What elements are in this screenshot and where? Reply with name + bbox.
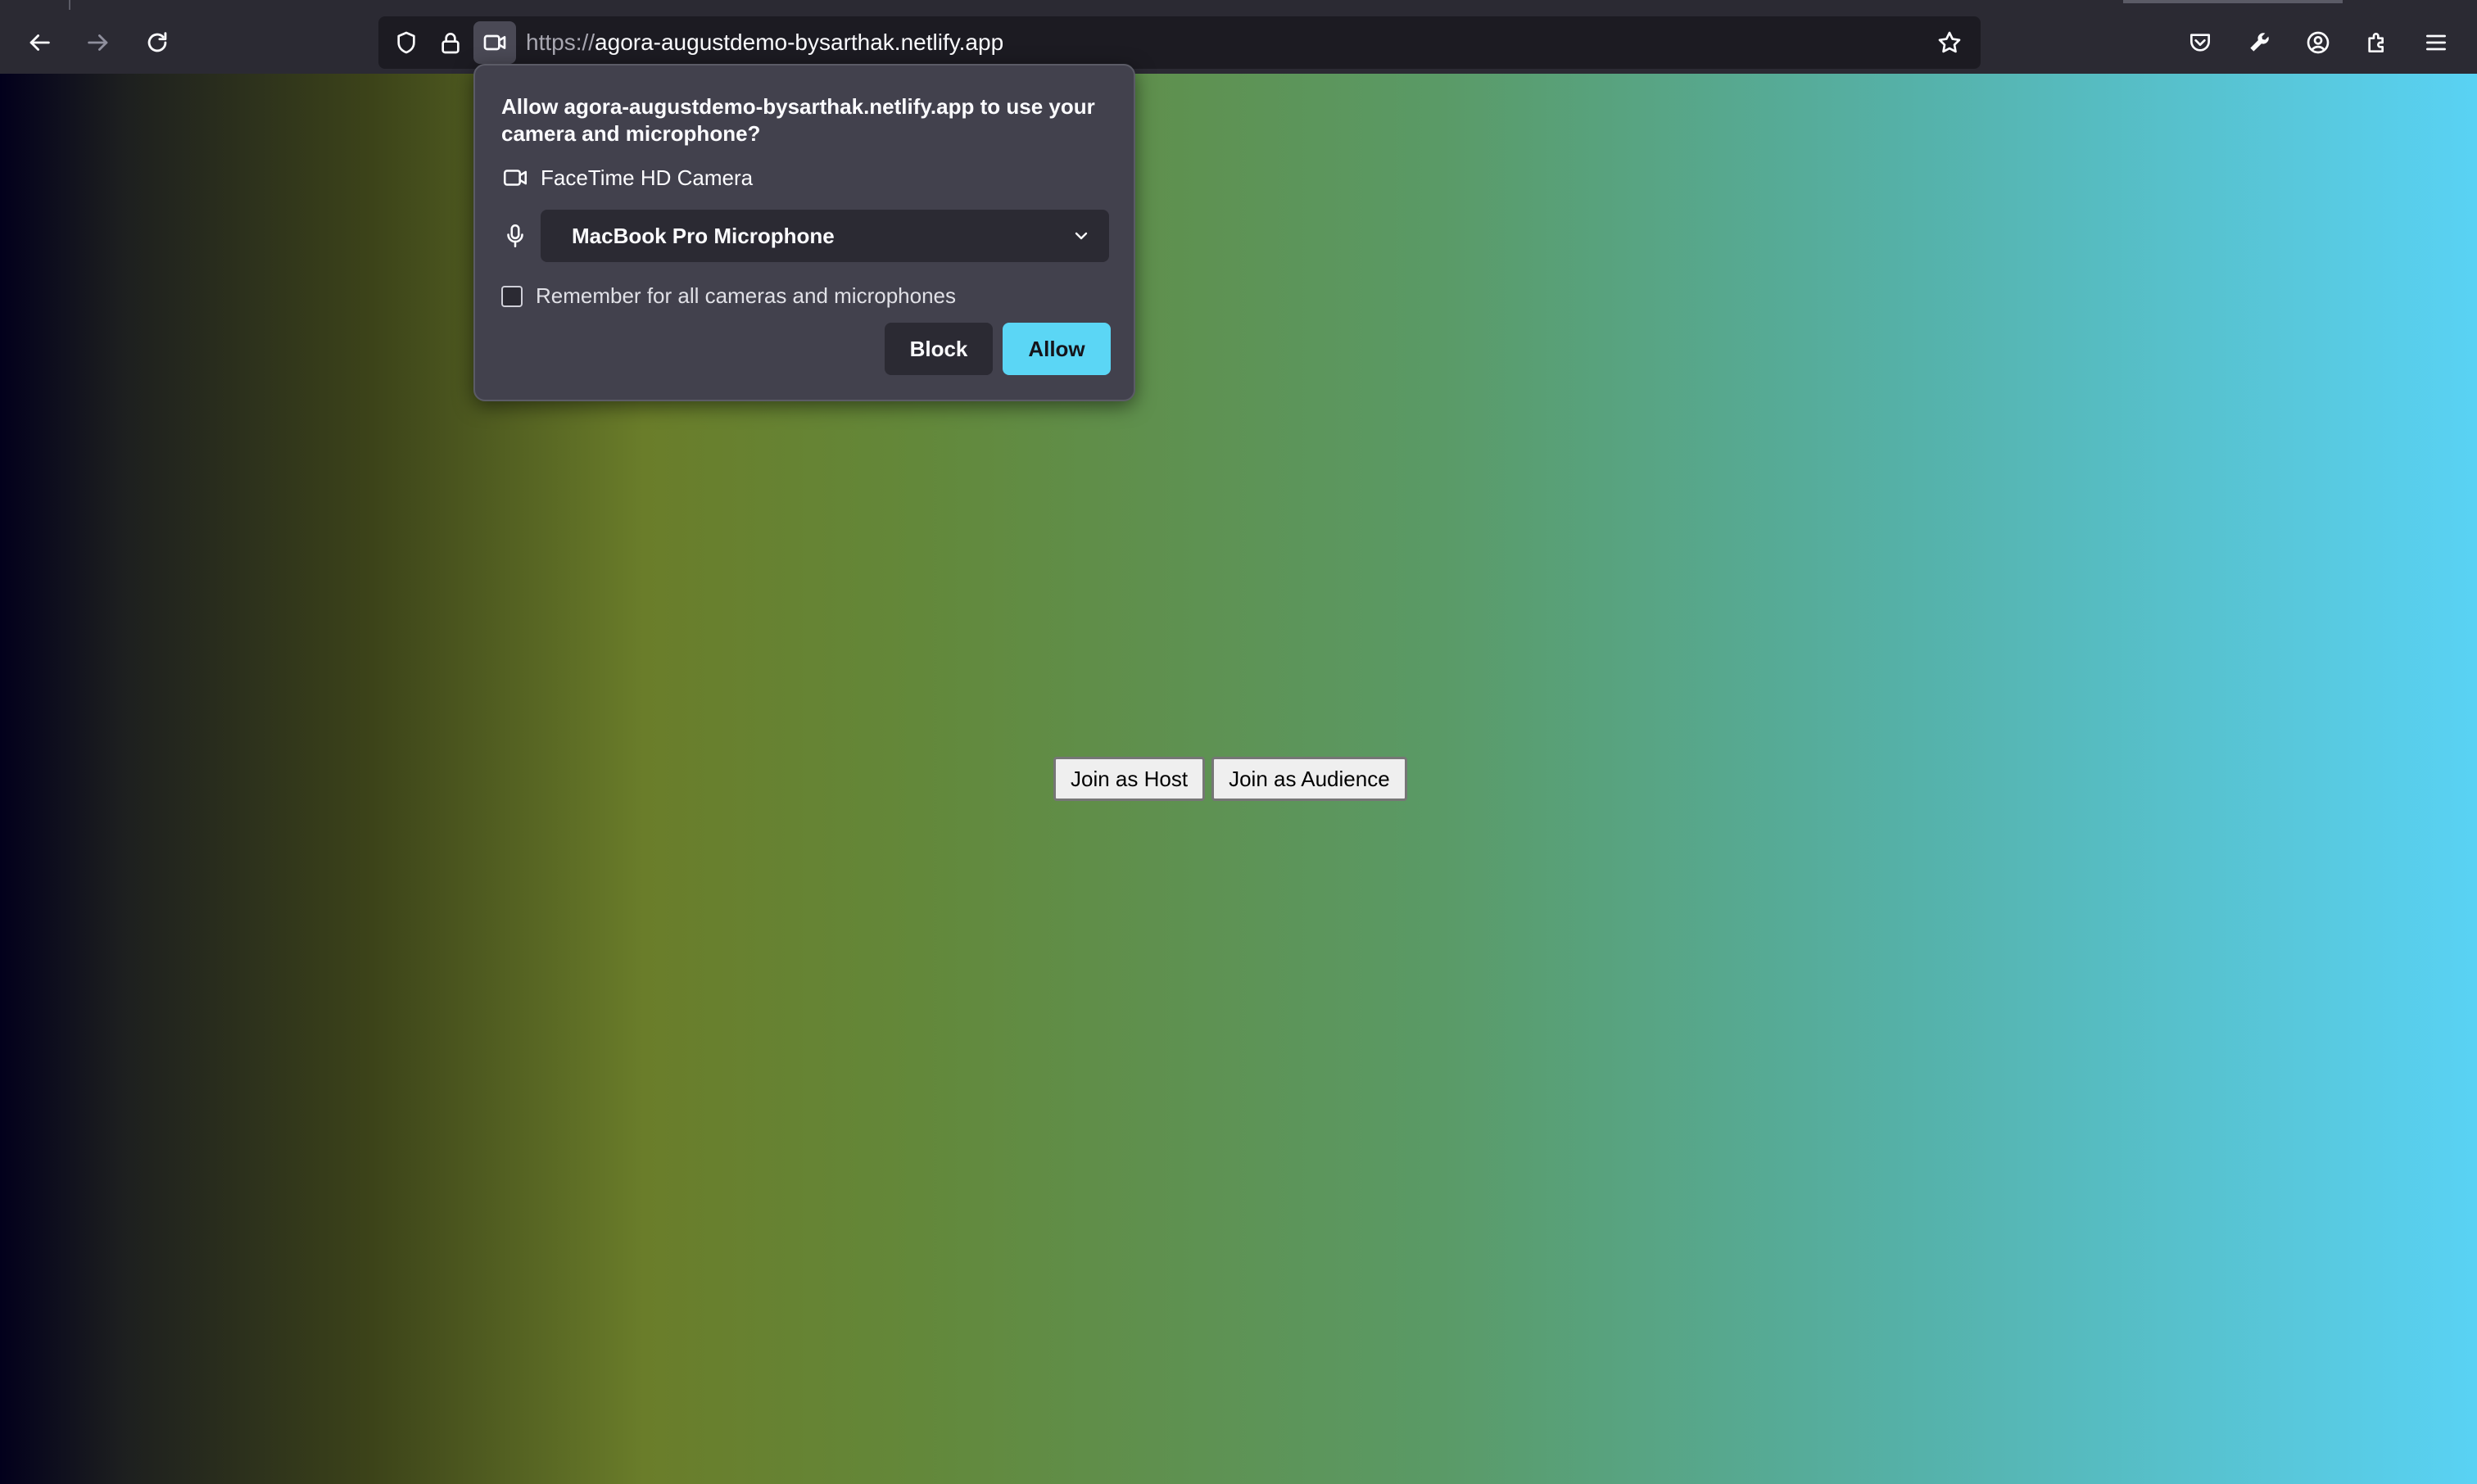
block-button[interactable]: Block: [885, 323, 993, 375]
join-buttons: Join as Host Join as Audience: [1053, 757, 1407, 801]
browser-window: { "browser": { "url_scheme": "https://",…: [0, 0, 2477, 1484]
account-icon: [2307, 31, 2330, 54]
bookmark-button[interactable]: [1928, 21, 1971, 64]
camera-row: FaceTime HD Camera: [501, 164, 753, 192]
menu-button[interactable]: [2415, 21, 2457, 64]
star-icon: [1938, 31, 1961, 53]
chevron-down-icon: [1075, 232, 1088, 240]
video-camera-icon: [483, 34, 506, 51]
url-scheme: https://: [526, 29, 595, 55]
arrow-right-icon: [88, 34, 108, 51]
join-as-host-button[interactable]: Join as Host: [1053, 757, 1206, 801]
url-bar[interactable]: https://agora-augustdemo-bysarthak.netli…: [378, 16, 1981, 69]
page-content: Join as Host Join as Audience: [0, 74, 2477, 1484]
active-tab-indicator: [2123, 0, 2343, 3]
join-as-audience-button[interactable]: Join as Audience: [1211, 757, 1407, 801]
pocket-button[interactable]: [2179, 21, 2221, 64]
pocket-icon: [2190, 34, 2210, 52]
permission-message: Allow agora-augustdemo-bysarthak.netlify…: [501, 94, 1095, 146]
allow-button[interactable]: Allow: [1003, 323, 1111, 375]
url-text[interactable]: https://agora-augustdemo-bysarthak.netli…: [526, 16, 1003, 69]
microphone-select[interactable]: MacBook Pro Microphone: [541, 210, 1109, 262]
puzzle-icon: [2368, 33, 2384, 52]
forward-button[interactable]: [77, 21, 120, 64]
lock-icon: [442, 33, 460, 54]
url-host: agora-augustdemo-bysarthak.netlify.app: [595, 29, 1004, 55]
tab-divider: [69, 0, 70, 10]
reload-icon: [147, 32, 167, 52]
camera-label: FaceTime HD Camera: [541, 165, 754, 190]
microphone-icon: [507, 224, 523, 248]
camera-permission-button[interactable]: [473, 21, 516, 64]
tracking-protection-button[interactable]: [385, 21, 428, 64]
reload-button[interactable]: [136, 21, 179, 64]
account-button[interactable]: [2297, 21, 2339, 64]
tab-strip: [0, 0, 2477, 10]
arrow-left-icon: [29, 34, 50, 51]
microphone-selected-value: MacBook Pro Microphone: [572, 223, 835, 248]
remember-checkbox[interactable]: [501, 285, 523, 307]
permission-popup: Allow agora-augustdemo-bysarthak.netlify…: [473, 64, 1135, 401]
browser-toolbar: https://agora-augustdemo-bysarthak.netli…: [0, 10, 2477, 74]
wrench-icon: [2250, 33, 2269, 52]
hamburger-menu-icon: [2426, 34, 2446, 51]
shield-icon: [397, 31, 415, 54]
microphone-row: MacBook Pro Microphone: [501, 210, 1109, 262]
extensions-button[interactable]: [2356, 21, 2398, 64]
remember-row[interactable]: Remember for all cameras and microphones: [501, 283, 956, 309]
developer-tools-button[interactable]: [2238, 21, 2280, 64]
back-button[interactable]: [18, 21, 61, 64]
remember-label: Remember for all cameras and microphones: [536, 283, 956, 308]
site-security-button[interactable]: [429, 21, 472, 64]
video-camera-icon: [503, 170, 528, 186]
